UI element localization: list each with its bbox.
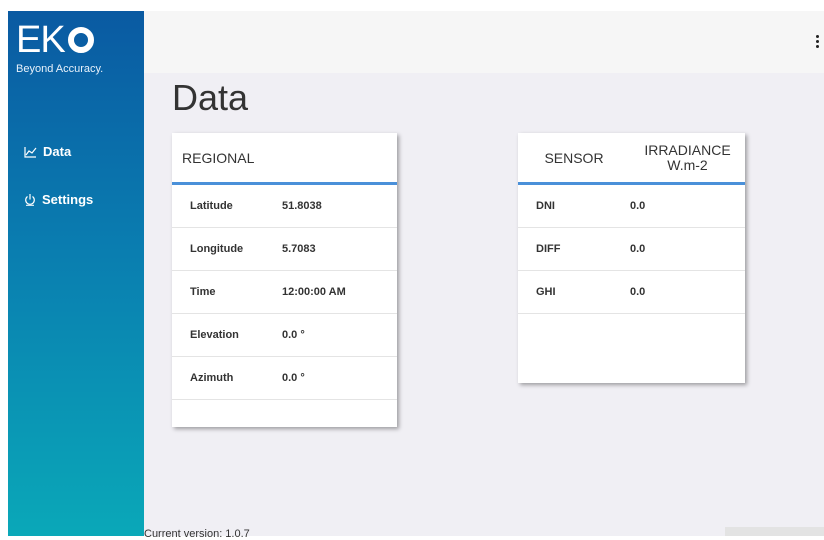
row-value: 5.7083 (282, 243, 316, 255)
table-row: DIFF 0.0 (518, 228, 745, 271)
sensor-header: SENSOR (544, 149, 604, 166)
row-label: Latitude (190, 200, 233, 212)
sensor-card: SENSOR IRRADIANCE W.m-2 DNI 0.0 DIFF 0.0… (518, 133, 745, 383)
row-label: Elevation (190, 329, 239, 341)
row-value: 0.0 (630, 286, 646, 298)
row-value: 0.0 (630, 200, 646, 212)
top-bar (144, 11, 824, 73)
main-content: Data REGIONAL Latitude 51.8038 Longitude… (144, 73, 824, 536)
table-row: Time 12:00:00 AM (172, 271, 397, 314)
logo: EK Beyond Accuracy. (16, 21, 103, 75)
table-row: Elevation 0.0 ° (172, 314, 397, 357)
row-value: 51.8038 (282, 200, 322, 212)
logo-o-mark (67, 27, 94, 53)
regional-header: REGIONAL (182, 149, 255, 166)
table-row: Azimuth 0.0 ° (172, 357, 397, 400)
row-label: Azimuth (190, 372, 234, 384)
page-title: Data (172, 77, 249, 118)
irradiance-label: IRRADIANCE (644, 141, 731, 158)
irradiance-unit: W.m-2 (667, 156, 708, 173)
row-value: 0.0 ° (282, 372, 305, 384)
table-row: DNI 0.0 (518, 185, 745, 228)
footer-box (725, 527, 824, 536)
sidebar: EK Beyond Accuracy. Data Settings (8, 11, 144, 536)
sidebar-item-label: Data (43, 144, 72, 159)
row-label: DIFF (536, 243, 561, 255)
version-text: Current version: 1.0.7 (144, 528, 250, 540)
sidebar-item-settings[interactable]: Settings (24, 192, 93, 207)
row-value: 12:00:00 AM (282, 286, 346, 298)
row-value: 0.0 ° (282, 329, 305, 341)
irradiance-header: IRRADIANCE W.m-2 (630, 133, 745, 182)
table-row: Latitude 51.8038 (172, 185, 397, 228)
row-value: 0.0 (630, 243, 646, 255)
row-label: GHI (536, 286, 556, 298)
row-label: DNI (536, 200, 555, 212)
sidebar-item-label: Settings (42, 192, 94, 207)
sidebar-item-data[interactable]: Data (24, 144, 71, 159)
table-row: GHI 0.0 (518, 271, 745, 314)
power-icon (24, 193, 36, 206)
logo-text: EK (16, 19, 66, 61)
logo-tagline: Beyond Accuracy. (16, 63, 104, 75)
chart-line-icon (24, 146, 37, 158)
regional-card: REGIONAL Latitude 51.8038 Longitude 5.70… (172, 133, 397, 427)
table-row: Longitude 5.7083 (172, 228, 397, 271)
row-label: Time (190, 286, 216, 298)
row-label: Longitude (190, 243, 244, 255)
more-options-icon[interactable] (814, 35, 820, 51)
